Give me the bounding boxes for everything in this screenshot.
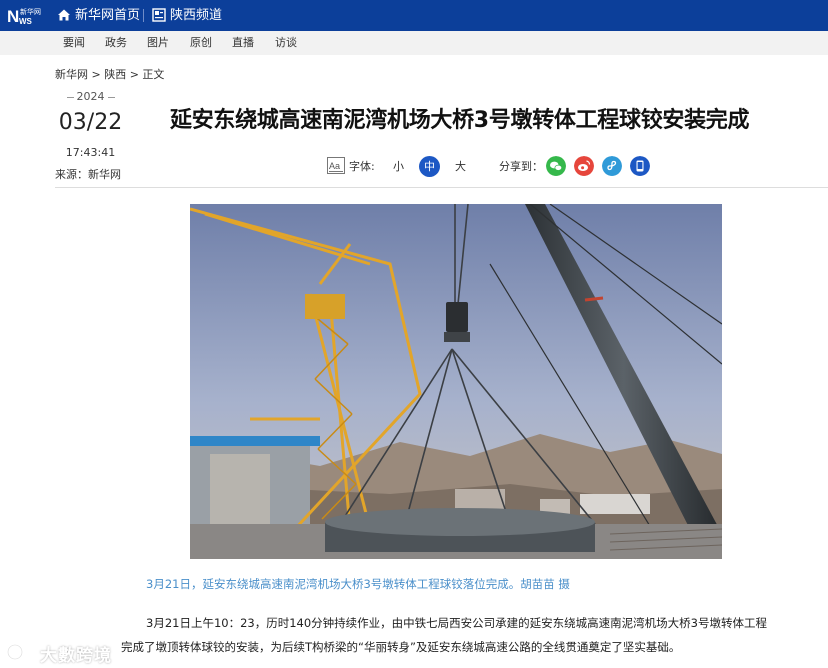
publish-time: 17:43:41 — [65, 146, 116, 159]
wechat-icon[interactable] — [546, 156, 566, 176]
publish-month-day: 03/22 — [58, 110, 123, 135]
subnav-item-zhibo[interactable]: 直播 — [232, 31, 254, 55]
font-size-medium[interactable]: 中 — [419, 156, 440, 177]
title-divider — [55, 187, 828, 188]
top-header: N 新华网 WS 新华网首页 陕西频道 — [0, 0, 828, 31]
nav-shaanxi-label: 陕西频道 — [170, 8, 223, 23]
client-icon[interactable] — [630, 156, 650, 176]
sub-navigation: 要闻 政务 图片 原创 直播 访谈 — [0, 31, 828, 55]
watermark-text: 大數跨境 — [40, 646, 112, 666]
svg-text:N: N — [7, 7, 19, 26]
font-size-large[interactable]: 大 — [450, 156, 471, 177]
subnav-item-yuanchuang[interactable]: 原创 — [190, 31, 212, 55]
subnav-item-fangtan[interactable]: 访谈 — [275, 31, 297, 55]
nav-divider — [143, 9, 144, 22]
article-source: 来源：新华网 — [55, 168, 121, 181]
home-icon — [58, 9, 70, 21]
mini-program-icon[interactable] — [602, 156, 622, 176]
article-paragraph-line-1: 3月21日上午10：23，历时140分钟持续作业，由中铁七局西安公司承建的延安东… — [146, 616, 767, 630]
subnav-item-yaowen[interactable]: 要闻 — [63, 31, 85, 55]
svg-text:新华网: 新华网 — [20, 7, 41, 16]
font-size-small[interactable]: 小 — [388, 156, 409, 177]
photo-caption: 3月21日，延安东绕城高速南泥湾机场大桥3号墩转体工程球铰落位完成。胡苗苗 摄 — [146, 577, 570, 591]
subnav-item-zhengwu[interactable]: 政务 — [105, 31, 127, 55]
svg-text:WS: WS — [19, 17, 33, 26]
font-size-label: 字体: — [349, 160, 375, 173]
publish-year: 2024 — [55, 90, 126, 103]
share-label: 分享到： — [499, 160, 543, 173]
breadcrumb[interactable]: 新华网 > 陕西 > 正文 — [55, 66, 164, 82]
channel-icon — [152, 8, 166, 22]
article-paragraph-line-2: 完成了墩顶转体球铰的安装，为后续T构桥梁的“华丽转身”及延安东绕城高速公路的全线… — [121, 640, 681, 654]
article-title: 延安东绕城高速南泥湾机场大桥3号墩转体工程球铰安装完成 — [170, 108, 750, 133]
weibo-icon[interactable] — [574, 156, 594, 176]
xinhua-logo[interactable]: N 新华网 WS — [4, 2, 46, 29]
watermark-logo — [6, 643, 38, 661]
svg-text:Aa: Aa — [329, 161, 340, 171]
article-photo-crane-bridge — [190, 204, 722, 559]
font-size-icon: Aa — [327, 157, 345, 174]
subnav-item-tupian[interactable]: 图片 — [147, 31, 169, 55]
nav-home-label: 新华网首页 — [75, 8, 141, 23]
